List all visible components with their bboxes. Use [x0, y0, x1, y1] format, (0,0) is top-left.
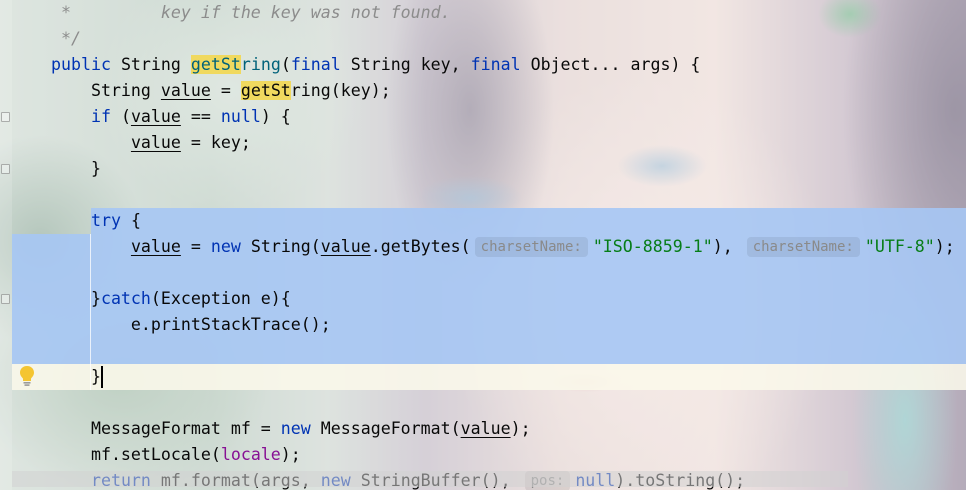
code-text[interactable]: [51, 237, 131, 256]
fold-icon[interactable]: [1, 294, 10, 304]
code-line[interactable]: [51, 182, 966, 208]
code-line[interactable]: }: [51, 364, 966, 390]
code-line[interactable]: }: [51, 156, 966, 182]
code-text[interactable]: mf.setLocale(: [51, 445, 221, 464]
code-text[interactable]: }: [51, 289, 101, 308]
code-text[interactable]: (: [111, 107, 131, 126]
local-variable[interactable]: value: [161, 81, 211, 100]
code-area[interactable]: * key if the key was not found. */ public…: [51, 0, 966, 490]
local-variable[interactable]: value: [131, 107, 181, 126]
code-text[interactable]: ring(key);: [291, 81, 391, 100]
code-text[interactable]: }: [51, 159, 101, 178]
parameter-hint: charsetName:: [746, 237, 860, 257]
keyword-token[interactable]: try: [91, 211, 121, 230]
code-text[interactable]: .getBytes(: [371, 237, 471, 256]
code-text[interactable]: ==: [181, 107, 221, 126]
code-text[interactable]: =: [211, 81, 241, 100]
code-text[interactable]: String(: [241, 237, 321, 256]
code-text[interactable]: =: [181, 237, 211, 256]
code-line[interactable]: value = key;: [51, 130, 966, 156]
code-text[interactable]: }: [51, 367, 101, 386]
code-line[interactable]: * key if the key was not found.: [51, 0, 966, 26]
local-variable[interactable]: value: [321, 237, 371, 256]
local-variable[interactable]: value: [461, 419, 511, 438]
search-match[interactable]: getSt: [240, 81, 291, 100]
comment-text[interactable]: */: [51, 29, 81, 48]
editor-gutter: [0, 0, 12, 490]
code-text[interactable]: {: [121, 211, 141, 230]
horizontal-scrollbar[interactable]: [12, 471, 848, 487]
lightbulb-icon[interactable]: [19, 365, 35, 387]
code-line[interactable]: String value = getString(key);: [51, 78, 966, 104]
code-text[interactable]: String: [111, 55, 191, 74]
code-text[interactable]: String: [51, 81, 161, 100]
code-text[interactable]: (: [281, 55, 291, 74]
code-line[interactable]: [51, 390, 966, 416]
fold-icon[interactable]: [1, 112, 10, 122]
string-literal[interactable]: "ISO-8859-1": [593, 237, 713, 256]
local-variable[interactable]: value: [131, 133, 181, 152]
code-editor[interactable]: * key if the key was not found. */ public…: [0, 0, 966, 490]
keyword-token[interactable]: catch: [101, 289, 151, 308]
code-text[interactable]: MessageFormat(: [311, 419, 461, 438]
string-literal[interactable]: "UTF-8": [865, 237, 935, 256]
code-line[interactable]: */: [51, 26, 966, 52]
keyword-token[interactable]: if: [91, 107, 111, 126]
keyword-token[interactable]: final: [471, 55, 521, 74]
local-variable[interactable]: value: [131, 237, 181, 256]
code-text[interactable]: ) {: [261, 107, 291, 126]
code-text[interactable]: );: [511, 419, 531, 438]
code-line[interactable]: public String getString(final String key…: [51, 52, 966, 78]
keyword-token[interactable]: public: [51, 55, 111, 74]
keyword-token[interactable]: final: [291, 55, 341, 74]
keyword-token[interactable]: new: [211, 237, 241, 256]
code-text[interactable]: e.printStackTrace();: [51, 315, 331, 334]
field-reference[interactable]: locale: [221, 445, 281, 464]
keyword-token[interactable]: new: [281, 419, 311, 438]
code-text[interactable]: String key,: [341, 55, 471, 74]
code-text[interactable]: [51, 107, 91, 126]
code-text[interactable]: Object... args) {: [521, 55, 701, 74]
code-line[interactable]: try {: [51, 208, 966, 234]
code-text[interactable]: = key;: [181, 133, 251, 152]
code-line[interactable]: e.printStackTrace();: [51, 312, 966, 338]
code-line[interactable]: MessageFormat mf = new MessageFormat(val…: [51, 416, 966, 442]
code-line[interactable]: [51, 260, 966, 286]
method-name[interactable]: ring: [241, 55, 281, 74]
code-line[interactable]: value = new String(value.getBytes(charse…: [51, 234, 966, 260]
method-name-search-match[interactable]: getSt: [190, 55, 241, 74]
code-text[interactable]: (Exception e){: [151, 289, 291, 308]
code-text[interactable]: ),: [713, 237, 743, 256]
text-caret: [101, 366, 103, 388]
code-line[interactable]: mf.setLocale(locale);: [51, 442, 966, 468]
keyword-token[interactable]: null: [221, 107, 261, 126]
code-text[interactable]: MessageFormat mf =: [51, 419, 281, 438]
fold-icon[interactable]: [1, 164, 10, 174]
code-text[interactable]: [51, 211, 91, 230]
code-text[interactable]: );: [281, 445, 301, 464]
code-line[interactable]: }catch(Exception e){: [51, 286, 966, 312]
parameter-hint: charsetName:: [474, 237, 588, 257]
code-line[interactable]: [51, 338, 966, 364]
code-line[interactable]: if (value == null) {: [51, 104, 966, 130]
code-text[interactable]: [51, 133, 131, 152]
comment-text[interactable]: * key if the key was not found.: [51, 3, 451, 22]
code-text[interactable]: );: [935, 237, 955, 256]
